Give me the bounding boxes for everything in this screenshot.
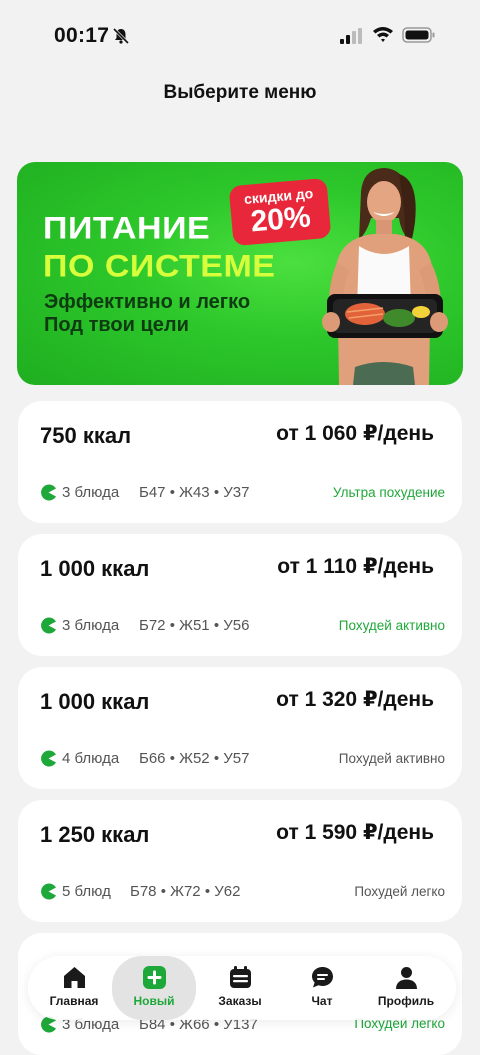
plan-kcal: 1 250 ккал [40,822,150,847]
promo-banner[interactable]: ПИТАНИЕ ПО СИСТЕМЕ Эффективно и легко По… [17,162,463,385]
plan-macros: Б47 • Ж43 • У37 [139,484,250,501]
plan-card[interactable]: 1 000 ккал от 1 320 ₽/день 4 блюда Б66 •… [18,667,462,789]
bottom-tab-bar: Главная Новый Заказы Чат Профиль [28,956,456,1020]
tab-home[interactable]: Главная [32,956,116,1020]
discount-badge: скидки до 20% [228,177,332,247]
dish-pie-icon [41,750,56,767]
battery-icon [402,27,435,43]
plan-macros: Б66 • Ж52 • У57 [139,750,250,767]
plan-kcal: 750 ккал [40,423,132,448]
tab-new[interactable]: Новый [112,956,196,1020]
plan-card[interactable]: 1 000 ккал от 1 110 ₽/день 3 блюда Б72 •… [18,534,462,656]
tab-new-label: Новый [133,994,175,1008]
banner-subtitle-line1: Эффективно и легко [44,291,251,313]
tab-orders-label: Заказы [218,994,262,1008]
plan-price: от 1 320 ₽/день [276,688,434,711]
dish-pie-icon [41,617,56,634]
plan-kcal: 1 000 ккал [40,689,150,714]
plan-price: от 1 110 ₽/день [277,555,434,578]
plan-dishes: 3 блюда [62,484,120,501]
calendar-icon [230,966,251,988]
plan-goal: Похудей активно [338,751,445,766]
home-icon [64,967,85,988]
bell-muted-icon [112,27,130,45]
plan-card[interactable]: 750 ккал от 1 060 ₽/день 3 блюда Б47 • Ж… [18,401,462,523]
profile-icon [396,967,417,989]
status-time: 00:17 [54,24,110,47]
dish-pie-icon [41,883,56,900]
plan-price: от 1 060 ₽/день [276,422,434,445]
plan-macros: Б72 • Ж51 • У56 [139,617,250,634]
plan-goal: Ультра похудение [332,485,445,500]
tab-profile-label: Профиль [377,994,435,1008]
plan-card[interactable]: 1 250 ккал от 1 590 ₽/день 5 блюд Б78 • … [18,800,462,922]
chat-icon [312,967,333,988]
page-title: Выберите меню [163,82,317,103]
plan-price: от 1 590 ₽/день [276,821,434,844]
banner-subtitle-line2: Под твои цели [44,314,189,336]
wifi-icon [373,27,393,42]
plan-dishes: 4 блюда [62,750,120,767]
tab-home-label: Главная [49,994,99,1008]
plan-goal: Похудей активно [338,618,445,633]
plan-macros: Б78 • Ж72 • У62 [130,883,241,900]
plus-icon [143,966,166,989]
signal-icon [340,28,362,44]
tab-profile[interactable]: Профиль [364,956,448,1020]
banner-title-line1: ПИТАНИЕ [43,211,211,246]
status-bar: 00:17 [0,0,480,64]
dish-pie-icon [41,484,56,501]
plan-dishes: 5 блюд [62,883,111,900]
plan-dishes: 3 блюда [62,617,120,634]
tab-orders[interactable]: Заказы [198,956,282,1020]
tab-chat[interactable]: Чат [280,956,364,1020]
plan-goal: Похудей легко [354,884,445,899]
banner-title-line2: ПО СИСТЕМЕ [43,249,276,284]
tab-chat-label: Чат [311,994,333,1008]
plan-kcal: 1 000 ккал [40,556,150,581]
